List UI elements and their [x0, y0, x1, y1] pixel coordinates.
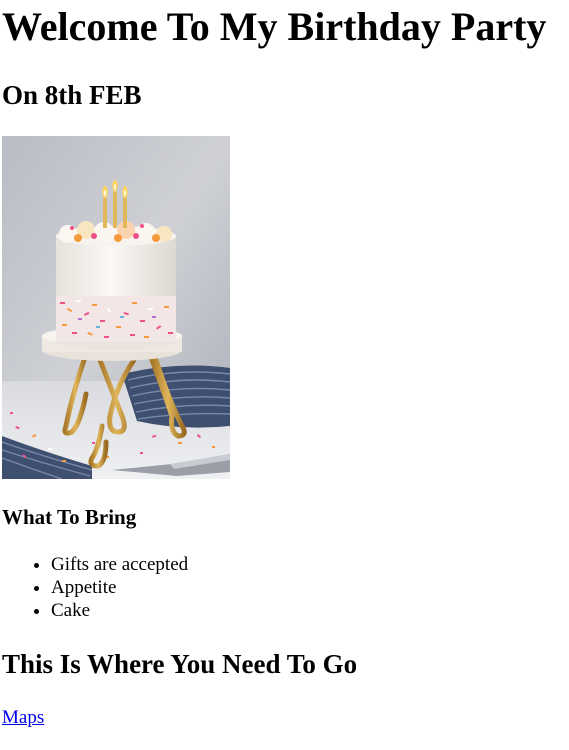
- page-title: Welcome To My Birthday Party: [2, 4, 547, 49]
- directions-heading: This Is Where You Need To Go: [2, 649, 358, 679]
- list-item: Appetite: [51, 576, 188, 599]
- bring-heading: What To Bring: [2, 505, 137, 529]
- candles: [102, 180, 128, 228]
- bring-list: Gifts are accepted Appetite Cake: [0, 553, 188, 622]
- birthday-cake-image: [2, 136, 230, 479]
- maps-link[interactable]: Maps: [2, 706, 44, 730]
- cake: [56, 221, 176, 350]
- page: Welcome To My Birthday Party On 8th FEB: [0, 0, 569, 750]
- list-item: Gifts are accepted: [51, 553, 188, 576]
- party-date: On 8th FEB: [2, 80, 142, 110]
- list-item: Cake: [51, 599, 188, 622]
